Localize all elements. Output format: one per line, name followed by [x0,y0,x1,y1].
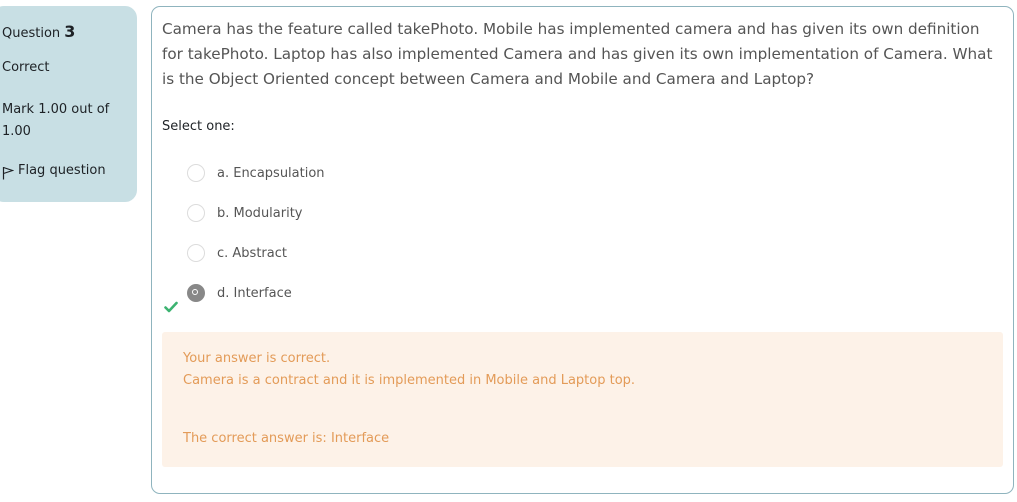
feedback-general: Camera is a contract and it is implement… [183,373,636,388]
question-state: Correct [2,60,50,75]
question-content: Camera has the feature called takePhoto.… [151,6,1014,494]
answer-label-d: d. Interface [217,285,292,301]
flag-question-button[interactable]: Flag question [2,162,137,180]
radio-b[interactable] [187,204,205,222]
radio-d[interactable] [187,284,205,302]
feedback-box: Your answer is correct. Camera is a cont… [162,332,1003,467]
question-number-value: 3 [64,22,76,41]
answer-label-c: c. Abstract [217,245,287,261]
feedback-correct-answer: The correct answer is: Interface [183,431,390,446]
question-text: Camera has the feature called takePhoto.… [162,20,993,88]
feedback-spacer [183,392,982,428]
question-number: Question 3 [2,21,137,43]
question-label: Question [2,26,61,41]
question-grade: Mark 1.00 out of 1.00 [2,102,110,139]
check-icon [164,301,178,313]
question-info: Question 3 Correct Mark 1.00 out of 1.00… [0,6,137,202]
answer-label-b: b. Modularity [217,205,303,221]
answer-label-a: a. Encapsulation [217,165,325,181]
answer-option-c[interactable]: c. Abstract [187,233,487,273]
answer-option-a[interactable]: a. Encapsulation [187,153,487,193]
flag-question-label: Flag question [18,163,106,178]
radio-a[interactable] [187,164,205,182]
answer-option-b[interactable]: b. Modularity [187,193,487,233]
feedback-result: Your answer is correct. [183,351,331,366]
answer-options: a. Encapsulation b. Modularity c. Abstra… [187,153,487,313]
answer-option-d[interactable]: d. Interface [187,273,487,313]
quiz-page: Question 3 Correct Mark 1.00 out of 1.00… [0,0,1017,502]
flag-icon [2,166,14,179]
radio-c[interactable] [187,244,205,262]
select-one-prompt: Select one: [162,119,235,134]
